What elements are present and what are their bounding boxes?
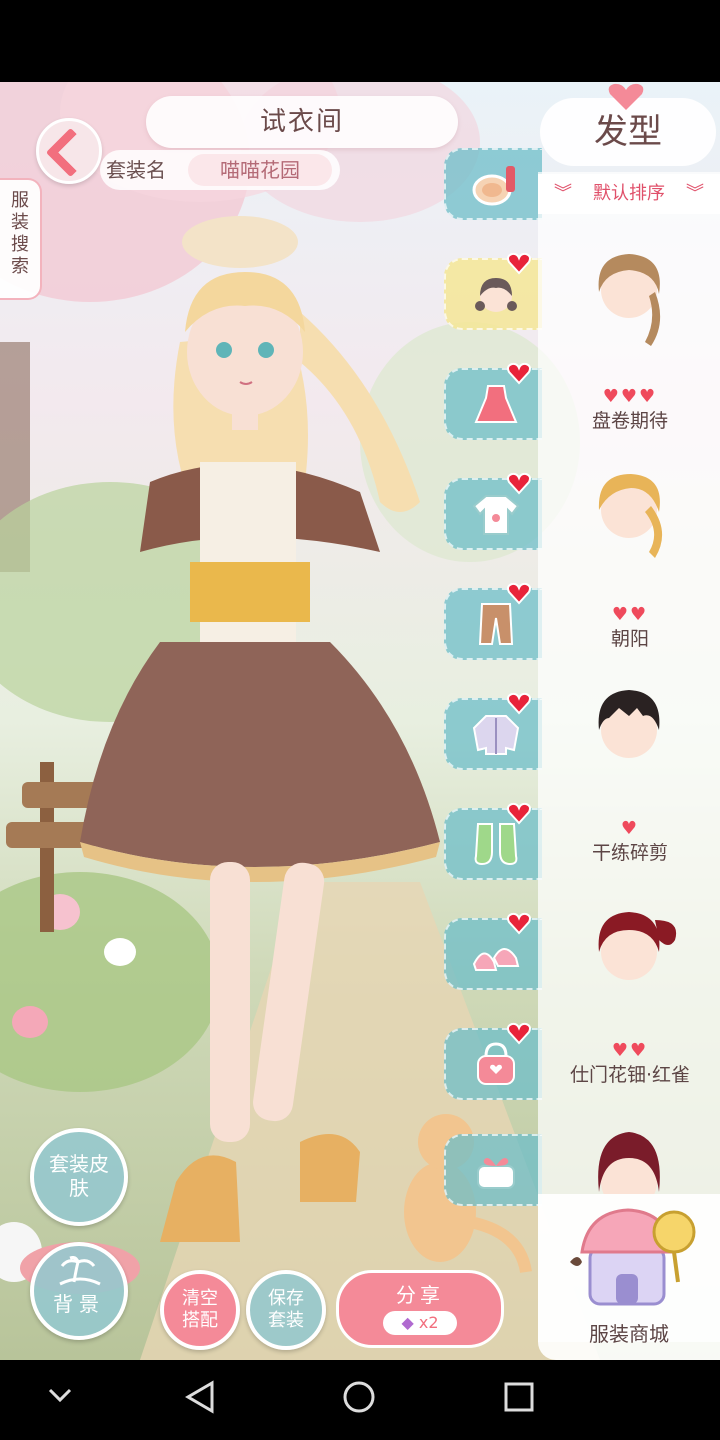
category-tab-coat[interactable]: [444, 692, 542, 770]
rating-hearts: ♥: [620, 818, 640, 839]
hide-keyboard-chevron-icon[interactable]: [46, 1386, 74, 1406]
share-button[interactable]: 分享 ◆ x2: [336, 1270, 504, 1348]
new-heart-icon: [507, 472, 531, 495]
rating-hearts: ♥♥♥: [602, 386, 658, 407]
game-scene: 试衣间 套装名 喵喵花园 服装搜索 发型 ︾ 默认排序 ︾ ♥♥♥ 盘卷期待 ♥…: [0, 82, 720, 1360]
nav-back-icon[interactable]: [184, 1380, 216, 1414]
new-heart-icon: [507, 582, 531, 605]
hairstyle-thumbnail: [598, 254, 661, 346]
status-bar: [0, 0, 720, 82]
shop-house-icon: [570, 1208, 696, 1306]
share-label: 分享: [396, 1283, 444, 1307]
hair-item-3[interactable]: ♥♥ 仕门花钿·红雀: [545, 900, 715, 1100]
category-tab-shoes[interactable]: [444, 912, 542, 990]
clothing-search-tab[interactable]: 服装搜索: [0, 178, 42, 300]
sort-chevron-left-icon: ︾: [554, 183, 572, 204]
back-button[interactable]: [36, 118, 102, 184]
suit-skin-label: 套装皮肤: [49, 1152, 109, 1200]
new-heart-icon: [507, 1022, 531, 1045]
rating-hearts: ♥♥: [611, 604, 649, 625]
back-arrow-icon: [45, 127, 96, 178]
suit-skin-button[interactable]: 套装皮肤: [30, 1128, 128, 1226]
background-button[interactable]: 背景: [30, 1242, 128, 1340]
category-tab-makeup[interactable]: [444, 148, 542, 220]
gift-box-icon: [477, 1158, 515, 1189]
hairstyle-thumbnail: [598, 1132, 660, 1194]
new-heart-icon: [507, 802, 531, 825]
hair-item-2[interactable]: ♥ 干练碎剪: [545, 678, 715, 878]
sort-label: 默认排序: [593, 183, 665, 204]
hairstyle-name: 干练碎剪: [591, 842, 668, 864]
suit-name-label: 套装名: [106, 158, 166, 182]
suit-name-field[interactable]: 喵喵花园: [188, 154, 332, 186]
palm-island-icon: [59, 1256, 101, 1286]
share-reward-badge: ◆ x2: [383, 1311, 457, 1335]
new-heart-icon: [507, 692, 531, 715]
new-heart-icon: [507, 252, 531, 275]
save-suit-label: 保存套装: [268, 1288, 304, 1331]
hairstyle-name: 盘卷期待: [591, 410, 668, 432]
clothing-search-label: 服装搜索: [11, 190, 29, 277]
clothing-shop-button[interactable]: 服装商城: [538, 1194, 720, 1360]
hairstyle-name: 朝阳: [610, 628, 649, 650]
makeup-compact-icon: [472, 166, 515, 206]
clear-outfit-button[interactable]: 清空搭配: [160, 1270, 240, 1350]
hairstyle-thumbnail: [598, 690, 660, 758]
hairstyle-thumbnail: [598, 474, 663, 558]
category-tab-bottom[interactable]: [444, 582, 542, 660]
sort-dropdown[interactable]: ︾ 默认排序 ︾: [538, 174, 720, 214]
category-tab-accessory[interactable]: [444, 1022, 542, 1100]
nav-home-icon[interactable]: [342, 1380, 376, 1414]
rating-hearts: ♥♥: [611, 1040, 649, 1061]
share-reward-count: x2: [418, 1313, 439, 1332]
hair-item-0[interactable]: ♥♥♥ 盘卷期待: [545, 242, 715, 442]
new-heart-icon: [507, 362, 531, 385]
category-tab-dress[interactable]: [444, 362, 542, 440]
page-title: 试衣间: [146, 96, 458, 148]
category-tab-special[interactable]: [444, 1134, 542, 1206]
sort-chevron-right-icon: ︾: [686, 183, 704, 204]
navigation-bar: [0, 1360, 720, 1440]
hairstyle-name: 仕门花钿·红雀: [569, 1064, 691, 1086]
heart-ornament-icon: [608, 83, 644, 110]
nav-recents-icon[interactable]: [504, 1382, 534, 1412]
crystal-gem-icon: ◆: [401, 1313, 414, 1332]
hair-item-1[interactable]: ♥♥ 朝阳: [545, 462, 715, 662]
category-tab-top[interactable]: [444, 472, 542, 550]
new-heart-icon: [507, 912, 531, 935]
suit-name-row: 套装名 喵喵花园: [100, 150, 340, 190]
clear-outfit-label: 清空搭配: [182, 1288, 218, 1331]
hair-item-4[interactable]: [545, 1122, 715, 1194]
hairstyle-thumbnail: [598, 912, 677, 980]
category-tab-socks[interactable]: [444, 802, 542, 880]
clothing-shop-label: 服装商城: [589, 1322, 669, 1346]
save-suit-button[interactable]: 保存套装: [246, 1270, 326, 1350]
category-tab-hair[interactable]: [444, 252, 542, 330]
